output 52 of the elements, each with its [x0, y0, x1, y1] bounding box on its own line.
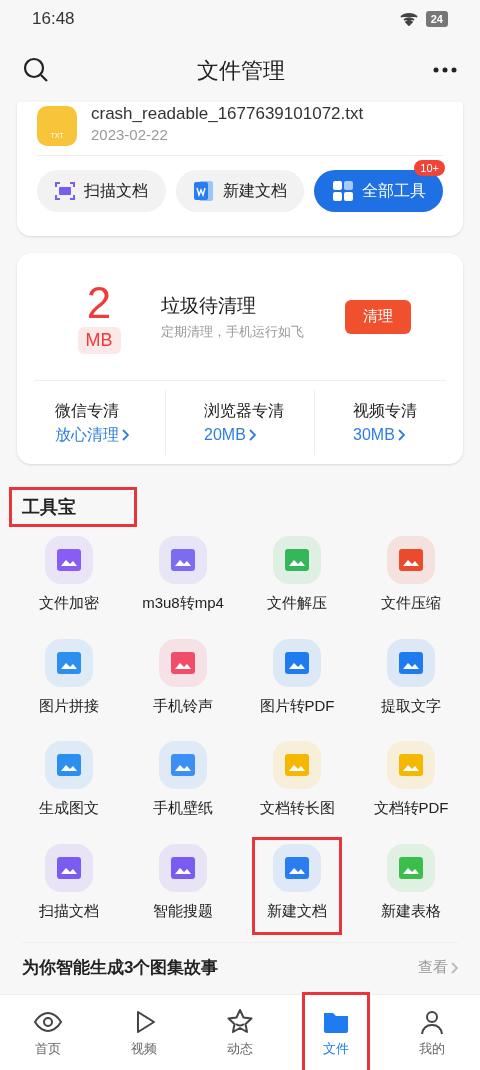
chevron-icon [122, 428, 129, 441]
tab-item[interactable]: 动态 [225, 995, 255, 1070]
document-icon [193, 179, 215, 203]
tool-label[interactable]: 文档转长图 [259, 797, 335, 820]
junk-amount: 2 [86, 279, 112, 327]
tool-label[interactable]: 新建文档 [267, 899, 327, 922]
count-badge: 10+ [414, 160, 445, 176]
cleanup-item-name: 视频专清 [353, 400, 418, 421]
file-date: 2023-02-22 [91, 125, 169, 146]
wifi-icon [399, 12, 418, 26]
clean-button[interactable]: 清理 [345, 299, 411, 334]
tool-label[interactable]: m3u8转mp4 [142, 592, 224, 615]
tool-label[interactable]: 提取文字 [381, 694, 441, 717]
quick-action-button[interactable]: 新建文档 [175, 170, 305, 212]
tool-label[interactable]: 新建表格 [381, 899, 441, 922]
tool-label[interactable]: 手机铃声 [153, 694, 213, 717]
cleanup-item-link[interactable]: 30MB [353, 422, 395, 447]
tool-label[interactable]: 文件加密 [39, 592, 99, 615]
chevron-icon [451, 961, 458, 974]
battery-level: 24 [425, 10, 448, 28]
cleanup-item-link[interactable]: 放心清理 [55, 422, 119, 447]
cleanup-subtitle: 定期清理，手机运行如飞 [161, 323, 305, 341]
search-icon[interactable] [22, 56, 50, 84]
chevron-icon [248, 428, 256, 441]
tool-label[interactable]: 智能搜题 [153, 899, 213, 922]
tab-item[interactable]: 首页 [33, 995, 63, 1070]
page-title: 文件管理 [197, 56, 285, 85]
tool-label[interactable]: 扫描文档 [39, 899, 99, 922]
tool-label[interactable]: 文件解压 [267, 592, 327, 615]
scan-icon [54, 180, 77, 202]
file-name[interactable]: crash_readable_1677639101072.txt [91, 104, 364, 125]
tool-label[interactable]: 图片转PDF [259, 694, 335, 717]
junk-unit: MB [77, 327, 121, 354]
tab-item[interactable]: 视频 [129, 995, 159, 1070]
grid-icon [331, 180, 354, 202]
cleanup-item-link[interactable]: 20MB [204, 422, 246, 447]
cleanup-title: 垃圾待清理 [161, 293, 257, 318]
section-title: 工具宝 [22, 495, 76, 519]
tool-label[interactable]: 文件压缩 [381, 592, 441, 615]
tool-label[interactable]: 文档转PDF [373, 797, 449, 820]
story-title: 为你智能生成3个图集故事 [22, 956, 219, 979]
tool-label[interactable]: 生成图文 [39, 797, 99, 820]
cleanup-item-name: 浏览器专清 [204, 400, 285, 421]
more-icon[interactable] [432, 66, 458, 74]
cleanup-item-name: 微信专清 [55, 400, 120, 421]
tool-label[interactable]: 手机壁纸 [153, 797, 213, 820]
tab-item[interactable]: 我的 [417, 995, 447, 1070]
status-time: 16:48 [32, 8, 75, 31]
chevron-icon [397, 428, 405, 441]
tab-item[interactable]: 文件 [321, 995, 351, 1070]
quick-action-button[interactable]: 扫描文档 [37, 170, 166, 212]
tool-label[interactable]: 图片拼接 [39, 694, 99, 717]
